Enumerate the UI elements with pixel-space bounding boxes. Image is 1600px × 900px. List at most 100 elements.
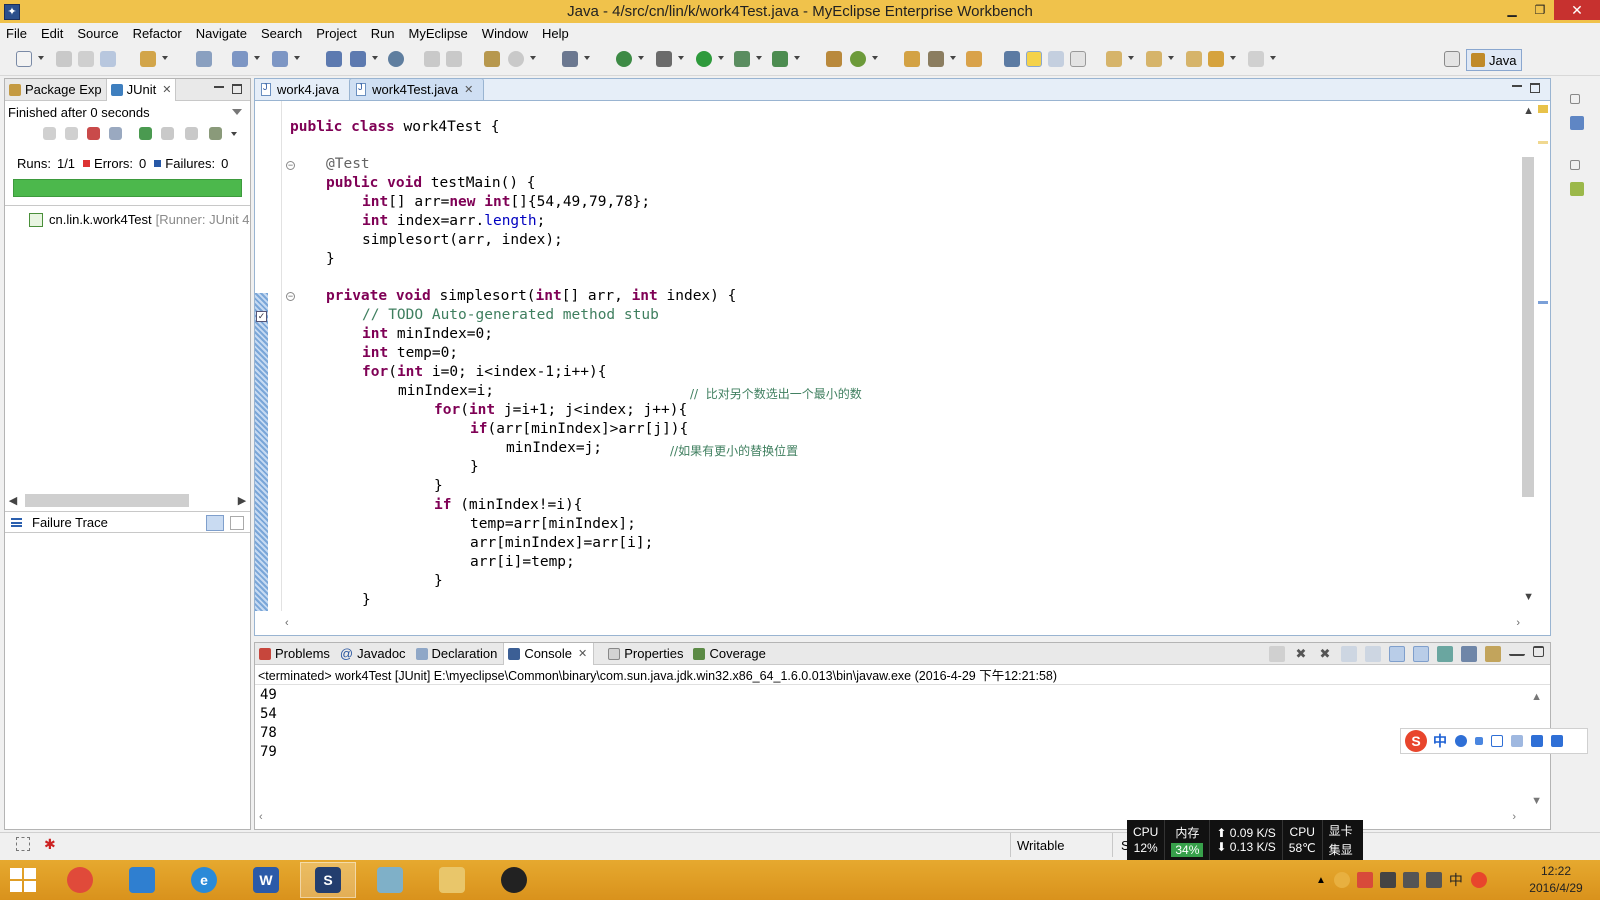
fold-toggle-icon[interactable]: − xyxy=(286,161,295,170)
fast-view-icon[interactable] xyxy=(16,837,30,851)
sogou-tray-icon[interactable] xyxy=(1470,872,1487,888)
tab-junit[interactable]: JUnit ✕ xyxy=(105,78,177,101)
deploy-dropdown-icon[interactable] xyxy=(162,56,168,60)
taskbar-word[interactable]: W xyxy=(238,862,294,898)
show-on-stderr-icon[interactable] xyxy=(1413,646,1429,662)
taskbar-file-explorer[interactable] xyxy=(424,862,480,898)
open-perspective-button-icon[interactable] xyxy=(1444,51,1460,67)
scroll-up-icon[interactable]: ▲ xyxy=(1531,691,1542,703)
new-java-class-icon[interactable] xyxy=(826,51,842,67)
taskbar-notepad[interactable] xyxy=(362,862,418,898)
tab-work4-java[interactable]: work4.java xyxy=(255,78,349,100)
restore-button[interactable]: ❐ xyxy=(1526,0,1554,20)
web-wizard-icon[interactable] xyxy=(272,51,288,67)
moon-icon[interactable] xyxy=(1455,735,1467,747)
clear-console-icon[interactable] xyxy=(1341,646,1357,662)
search-dropdown-icon[interactable] xyxy=(530,56,536,60)
new-icon[interactable] xyxy=(16,51,32,67)
display-console-icon[interactable] xyxy=(1461,646,1477,662)
test-history-dropdown-icon[interactable] xyxy=(231,132,237,136)
screen-icon[interactable] xyxy=(562,51,578,67)
remove-launch-icon[interactable]: ✖ xyxy=(1293,646,1309,662)
scroll-down-icon[interactable]: ▼ xyxy=(1523,591,1534,603)
console-output[interactable]: 49 54 78 79 xyxy=(255,685,1550,763)
restore-view-icon[interactable] xyxy=(1570,94,1580,104)
editor-hscrollbar[interactable]: ‹ › xyxy=(255,611,1550,635)
show-whitespace-icon[interactable] xyxy=(1070,51,1086,67)
scroll-lock-icon[interactable] xyxy=(109,127,122,140)
tab-problems[interactable]: Problems xyxy=(255,643,336,665)
sogou-logo-icon[interactable]: S xyxy=(1405,730,1427,752)
taskbar-clock[interactable]: 12:22 2016/4/29 xyxy=(1516,862,1596,898)
shirt-icon[interactable] xyxy=(1531,735,1543,747)
next-annotation-dropdown-icon[interactable] xyxy=(1128,56,1134,60)
outline-icon[interactable] xyxy=(1570,116,1584,130)
scroll-left-icon[interactable]: ‹ xyxy=(259,811,263,823)
coverage-run-dropdown-icon[interactable] xyxy=(756,56,762,60)
menu-edit[interactable]: Edit xyxy=(41,26,63,41)
close-button[interactable]: ✕ xyxy=(1554,0,1600,20)
new-dropdown-icon[interactable] xyxy=(38,56,44,60)
menu-run[interactable]: Run xyxy=(371,26,395,41)
left-panel-hscrollbar[interactable]: ◀ ▶ xyxy=(5,491,250,509)
overview-task-marker[interactable] xyxy=(1538,301,1548,304)
forward-dropdown-icon[interactable] xyxy=(1270,56,1276,60)
input-language-indicator[interactable]: 中 xyxy=(1449,870,1463,890)
next-annotation-icon[interactable] xyxy=(1106,51,1122,67)
antivirus-tray-icon[interactable] xyxy=(1356,872,1373,888)
print-icon[interactable] xyxy=(100,51,116,67)
external-tools-icon[interactable] xyxy=(772,51,788,67)
web-wizard-dropdown-icon[interactable] xyxy=(294,56,300,60)
open-perspective-icon[interactable] xyxy=(484,51,500,67)
back-dropdown-icon[interactable] xyxy=(1230,56,1236,60)
restore-view2-icon[interactable] xyxy=(1570,160,1580,170)
overview-occurrence-marker[interactable] xyxy=(1538,141,1548,144)
previous-failure-icon[interactable] xyxy=(65,127,78,140)
minimize-view-icon[interactable] xyxy=(1509,646,1525,656)
external-tools-dropdown-icon[interactable] xyxy=(794,56,800,60)
minimize-button[interactable]: ▁ xyxy=(1498,0,1526,20)
close-tab-icon[interactable]: ✕ xyxy=(578,647,587,660)
last-edit-icon[interactable] xyxy=(1186,51,1202,67)
browser-icon[interactable] xyxy=(388,51,404,67)
scroll-right-icon[interactable]: › xyxy=(1512,811,1516,823)
fold-toggle-icon[interactable]: − xyxy=(286,292,295,301)
tab-work4test-java[interactable]: work4Test.java ✕ xyxy=(349,78,485,100)
action-center-icon[interactable] xyxy=(1379,872,1396,888)
tab-package-explorer[interactable]: Package Exp xyxy=(5,79,106,101)
new-package-icon[interactable] xyxy=(350,51,366,67)
qq-tray-icon[interactable] xyxy=(1333,872,1350,888)
view-menu-icon[interactable] xyxy=(232,109,242,115)
volume-icon[interactable] xyxy=(1425,872,1442,888)
bug-icon[interactable]: ✱ xyxy=(44,836,60,852)
windows-start-icon[interactable] xyxy=(10,868,38,894)
taskbar-chrome[interactable] xyxy=(52,862,108,898)
show-hidden-icons-icon[interactable]: ▲ xyxy=(1316,875,1326,886)
myeclipse-app-icon[interactable]: ✦ xyxy=(4,3,20,20)
taskbar-qq[interactable] xyxy=(486,862,542,898)
ime-mode-label[interactable]: 中 xyxy=(1433,731,1447,751)
menu-help[interactable]: Help xyxy=(542,26,569,41)
tab-console[interactable]: Console ✕ xyxy=(503,642,595,665)
previous-annotation-dropdown-icon[interactable] xyxy=(1168,56,1174,60)
menu-window[interactable]: Window xyxy=(482,26,528,41)
open-task-icon[interactable] xyxy=(446,51,462,67)
forward-icon[interactable] xyxy=(1248,51,1264,67)
scroll-up-icon[interactable]: ▲ xyxy=(1523,105,1534,117)
stop-test-icon[interactable] xyxy=(185,127,198,140)
network-icon[interactable] xyxy=(1402,872,1419,888)
run-icon[interactable] xyxy=(696,51,712,67)
new-class-dropdown2-icon[interactable] xyxy=(872,56,878,60)
menu-project[interactable]: Project xyxy=(316,26,356,41)
scrollbar-thumb[interactable] xyxy=(25,493,189,507)
annotation-icon[interactable] xyxy=(1004,51,1020,67)
menu-source[interactable]: Source xyxy=(77,26,118,41)
scroll-right-icon[interactable]: ▶ xyxy=(234,494,250,507)
punctuation-icon[interactable] xyxy=(1475,737,1483,745)
scroll-lock-icon[interactable] xyxy=(1365,646,1381,662)
ime-toolbar[interactable]: S 中 xyxy=(1400,728,1588,754)
editor-vscrollbar[interactable]: ▲ ▼ xyxy=(1522,101,1550,611)
run-dropdown-icon[interactable] xyxy=(718,56,724,60)
wand-dropdown-icon[interactable] xyxy=(950,56,956,60)
filter-stack-trace-icon[interactable] xyxy=(206,515,224,531)
